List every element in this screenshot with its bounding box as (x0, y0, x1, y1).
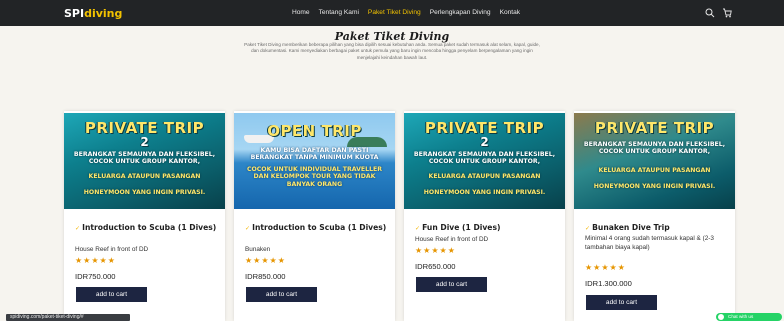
image-tagline-3: HONEYMOON YANG INGIN PRIVASI. (593, 183, 716, 190)
image-tagline: BERANGKAT SEMAUNYA DAN FLEKSIBEL, COCOK … (583, 141, 726, 156)
image-tagline-2: COCOK UNTUK INDIVIDUAL TRAVELLER DAN KEL… (246, 166, 383, 188)
product-description: Minimal 4 orang sudah termasuk kapal & (… (585, 235, 714, 251)
rating-stars: ★★★★★ (415, 246, 456, 255)
menu-item-perlengkapan-diving[interactable]: Perlengkapan Diving (430, 9, 491, 16)
image-tagline: BERANGKAT SEMAUNYA DAN FLEKSIBEL, COCOK … (73, 151, 216, 166)
rating-stars: ★★★★★ (75, 256, 116, 265)
menu-item-tentang-kami[interactable]: Tentang Kami (319, 9, 359, 16)
image-number: 2 (480, 135, 489, 149)
product-card: PRIVATE TRIP 2 BERANGKAT SEMAUNYA DAN FL… (64, 111, 225, 321)
product-price: IDR850.000 (245, 272, 286, 281)
site-logo[interactable]: SPIdiving (64, 7, 122, 20)
image-tagline-3: HONEYMOON YANG INGIN PRIVASI. (83, 189, 206, 196)
product-name[interactable]: Fun Dive (1 Dives) (415, 222, 560, 234)
image-tagline-2: KELUARGA ATAUPUN PASANGAN (428, 173, 541, 180)
product-name[interactable]: Bunaken Dive Trip (585, 222, 730, 234)
product-card: PRIVATE TRIP 2 BERANGKAT SEMAUNYA DAN FL… (404, 111, 565, 321)
product-image[interactable]: PRIVATE TRIP 2 BERANGKAT SEMAUNYA DAN FL… (64, 113, 225, 209)
add-to-cart-button[interactable]: add to cart (246, 287, 317, 302)
whatsapp-chat-button[interactable]: Chat with us (716, 313, 782, 321)
image-tagline-3: HONEYMOON YANG INGIN PRIVASI. (423, 189, 546, 196)
add-to-cart-button[interactable]: add to cart (76, 287, 147, 302)
cart-icon[interactable] (722, 8, 732, 18)
product-name[interactable]: Introduction to Scuba (1 Dives) (245, 222, 390, 234)
menu-item-paket-tiket-diving[interactable]: Paket Tiket Diving (368, 9, 421, 16)
browser-status-bar: spidiving.com/paket-tiket-diving/# (6, 314, 130, 321)
image-headline: PRIVATE TRIP (594, 119, 715, 137)
menu-item-home[interactable]: Home (292, 9, 310, 16)
image-tagline-2: KELUARGA ATAUPUN PASANGAN (88, 173, 201, 180)
product-image[interactable]: OPEN TRIP KAMU BISA DAFTAR DAN PASTI BER… (234, 113, 395, 209)
rating-stars: ★★★★★ (585, 263, 626, 272)
main-menu: Home Tentang Kami Paket Tiket Diving Per… (292, 9, 520, 16)
product-image[interactable]: PRIVATE TRIP 2 BERANGKAT SEMAUNYA DAN FL… (404, 113, 565, 209)
image-tagline: BERANGKAT SEMAUNYA DAN FLEKSIBEL, COCOK … (413, 151, 556, 166)
whatsapp-label: Chat with us (728, 314, 754, 319)
page-intro: Paket Tiket Diving memberikan beberapa p… (244, 42, 540, 60)
product-price: IDR750.000 (75, 272, 116, 281)
menu-item-kontak[interactable]: Kontak (500, 9, 521, 16)
image-headline: OPEN TRIP (267, 122, 362, 140)
product-description: House Reef in front of DD (415, 236, 489, 243)
image-number: 2 (140, 135, 149, 149)
search-icon[interactable] (705, 8, 715, 18)
nav-icons (705, 8, 732, 18)
product-price: IDR1.300.000 (585, 279, 632, 288)
product-price: IDR650.000 (415, 262, 456, 271)
top-navigation: SPIdiving Home Tentang Kami Paket Tiket … (0, 0, 784, 26)
product-image[interactable]: PRIVATE TRIP BERANGKAT SEMAUNYA DAN FLEK… (574, 113, 735, 209)
add-to-cart-button[interactable]: add to cart (416, 277, 487, 292)
logo-part-1: SPI (64, 7, 85, 20)
image-tagline: KAMU BISA DAFTAR DAN PASTI BERANGKAT TAN… (250, 147, 379, 162)
product-card: PRIVATE TRIP BERANGKAT SEMAUNYA DAN FLEK… (574, 111, 735, 321)
add-to-cart-button[interactable]: add to cart (586, 295, 657, 310)
whatsapp-icon (718, 314, 724, 320)
logo-part-2: diving (84, 7, 123, 20)
product-name[interactable]: Introduction to Scuba (1 Dives) (75, 222, 220, 234)
product-card: OPEN TRIP KAMU BISA DAFTAR DAN PASTI BER… (234, 111, 395, 321)
image-tagline-2: KELUARGA ATAUPUN PASANGAN (598, 167, 711, 174)
product-description: House Reef in front of DD (75, 246, 149, 253)
product-description: Bunaken (245, 246, 271, 253)
rating-stars: ★★★★★ (245, 256, 286, 265)
